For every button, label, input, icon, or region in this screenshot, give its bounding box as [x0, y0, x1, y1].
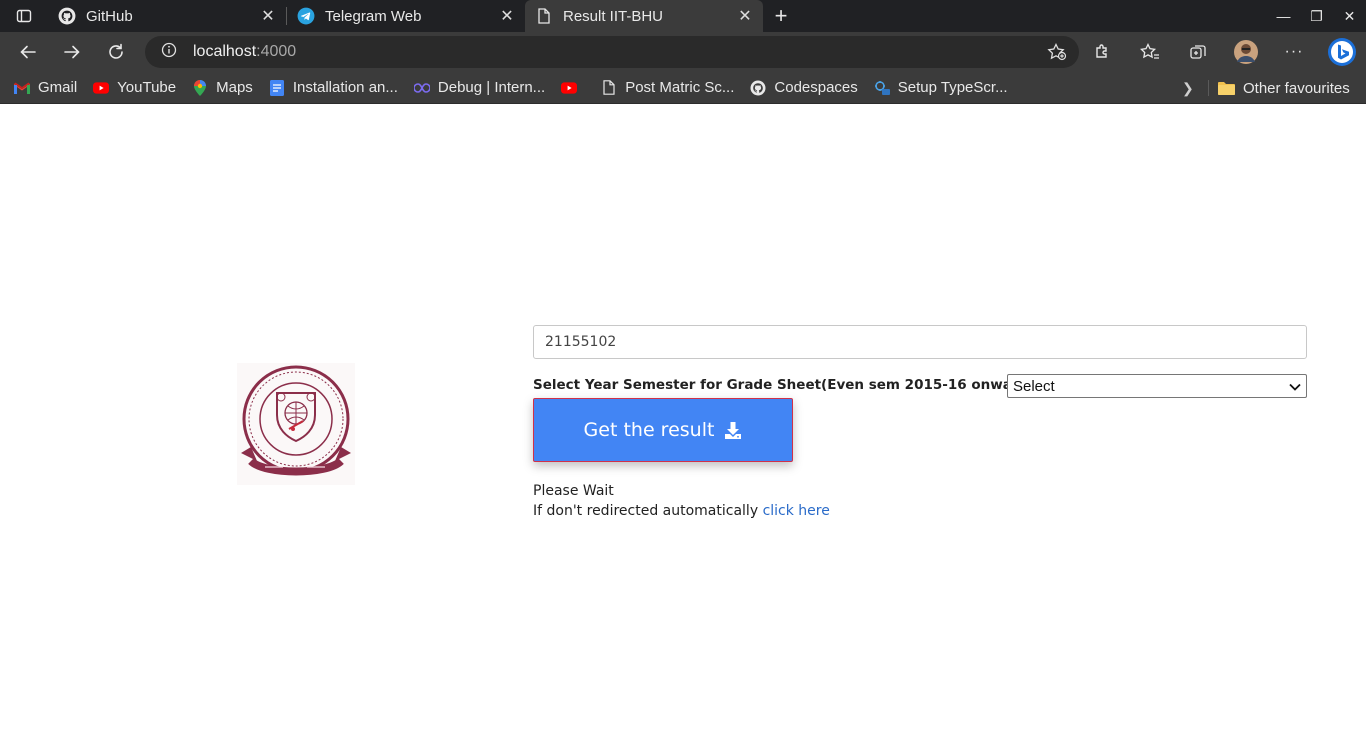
- tab-strip: GitHub ✕ Telegram Web ✕ Result IIT-BHU ✕…: [0, 0, 1366, 32]
- telegram-icon: [297, 7, 315, 25]
- arrow-left-icon: [20, 45, 36, 59]
- bookmark-maps[interactable]: Maps: [192, 79, 253, 96]
- tab-telegram[interactable]: Telegram Web ✕: [287, 0, 525, 32]
- bookmark-post-matric[interactable]: Post Matric Sc...: [601, 79, 734, 96]
- redirect-text: If don't redirected automatically: [533, 503, 763, 519]
- refresh-icon: [109, 43, 123, 59]
- puzzle-icon: [1096, 44, 1107, 58]
- bookmark-setup-typescript[interactable]: Setup TypeScr...: [874, 79, 1008, 96]
- close-icon[interactable]: ✕: [260, 8, 276, 25]
- other-favourites-label: Other favourites: [1243, 79, 1350, 97]
- toolbar-right: ···: [1078, 32, 1366, 72]
- roll-number-input[interactable]: [533, 325, 1307, 359]
- collections-button[interactable]: [1174, 32, 1222, 72]
- bing-button[interactable]: [1318, 32, 1366, 72]
- page-icon: [601, 80, 617, 96]
- arrow-right-icon: [64, 45, 80, 59]
- please-wait-text: Please Wait: [533, 483, 614, 499]
- close-window-button[interactable]: ✕: [1333, 0, 1366, 32]
- refresh-button[interactable]: [94, 34, 138, 70]
- download-icon: [724, 421, 742, 440]
- bookmark-installation[interactable]: Installation an...: [269, 79, 398, 96]
- extensions-button[interactable]: [1078, 32, 1126, 72]
- collections-icon: [1190, 45, 1206, 59]
- more-icon: ···: [1284, 43, 1304, 60]
- minimize-button[interactable]: —: [1267, 0, 1300, 32]
- bookmark-label: Gmail: [38, 79, 78, 96]
- typescript-icon: [874, 80, 890, 96]
- page-content: Select Year Semester for Grade Sheet(Eve…: [0, 105, 1366, 741]
- favourites-icon: [1140, 43, 1159, 59]
- redirect-message: If don't redirected automatically click …: [533, 503, 830, 519]
- info-icon[interactable]: [161, 42, 177, 63]
- folder-icon: [1218, 81, 1235, 95]
- youtube-icon: [561, 80, 578, 96]
- youtube-icon: [93, 80, 110, 96]
- close-icon[interactable]: ✕: [737, 8, 753, 25]
- tab-title: GitHub: [86, 7, 133, 25]
- chevron-down-icon: [1289, 378, 1301, 395]
- new-tab-button[interactable]: +: [763, 0, 799, 32]
- click-here-link[interactable]: click here: [763, 503, 830, 519]
- iit-bhu-logo: [237, 363, 355, 485]
- github-icon: [750, 80, 766, 96]
- maps-icon: [192, 79, 208, 96]
- tab-title: Result IIT-BHU: [563, 7, 664, 25]
- bookmark-codespaces[interactable]: Codespaces: [750, 79, 858, 96]
- bookmark-label: Setup TypeScr...: [897, 79, 1008, 96]
- add-favourite-icon[interactable]: [1047, 43, 1067, 66]
- address-bar[interactable]: localhost:4000: [145, 36, 1079, 68]
- url-port: :4000: [256, 43, 297, 60]
- gmail-icon: [14, 80, 30, 96]
- restore-button[interactable]: ❐: [1300, 0, 1333, 32]
- bookmark-label: Post Matric Sc...: [625, 79, 735, 96]
- bookmark-label: Installation an...: [292, 79, 398, 96]
- window-controls: — ❐ ✕: [1267, 0, 1366, 32]
- tab-github[interactable]: GitHub ✕: [48, 0, 286, 32]
- avatar: [1234, 40, 1258, 64]
- semester-selected-value: Select: [1013, 377, 1055, 395]
- bookmark-divider: [1208, 80, 1209, 96]
- profile-button[interactable]: [1222, 32, 1270, 72]
- favourites-button[interactable]: [1126, 32, 1174, 72]
- tab-result-iit-bhu[interactable]: Result IIT-BHU ✕: [525, 0, 763, 32]
- bookmark-youtube[interactable]: YouTube: [93, 79, 176, 96]
- more-button[interactable]: ···: [1270, 32, 1318, 72]
- bookmark-gmail[interactable]: Gmail: [14, 79, 77, 96]
- docs-icon: [269, 79, 285, 96]
- bookmark-label: Codespaces: [774, 79, 858, 96]
- plus-icon: +: [774, 3, 788, 28]
- semester-label: Select Year Semester for Grade Sheet(Eve…: [533, 377, 1043, 393]
- bookmark-label: Maps: [216, 79, 253, 96]
- bookmark-youtube-2[interactable]: [561, 80, 585, 96]
- bookmark-label: YouTube: [117, 79, 177, 96]
- page-icon: [535, 7, 553, 25]
- debug-icon: [413, 80, 430, 96]
- get-result-label: Get the result: [583, 419, 715, 441]
- favourites-bar: Gmail YouTube Maps Installation an... De…: [0, 72, 1366, 104]
- bookmark-debug[interactable]: Debug | Intern...: [413, 79, 546, 96]
- get-result-button[interactable]: Get the result: [533, 398, 793, 462]
- semester-select[interactable]: Select: [1007, 374, 1307, 398]
- bookmark-label: Debug | Intern...: [437, 79, 546, 96]
- tab-actions-button[interactable]: [0, 0, 48, 32]
- tab-title: Telegram Web: [325, 7, 422, 25]
- close-icon[interactable]: ✕: [499, 8, 515, 25]
- bing-icon: [1328, 38, 1356, 66]
- other-favourites-folder[interactable]: Other favourites: [1218, 72, 1350, 104]
- github-icon: [58, 7, 76, 25]
- forward-button[interactable]: [50, 34, 94, 70]
- tab-sidebar-icon: [16, 9, 32, 23]
- chevron-right-icon[interactable]: ❯: [1182, 80, 1194, 97]
- url-host: localhost: [193, 43, 257, 60]
- back-button[interactable]: [6, 34, 50, 70]
- browser-toolbar: localhost:4000 ···: [0, 32, 1366, 72]
